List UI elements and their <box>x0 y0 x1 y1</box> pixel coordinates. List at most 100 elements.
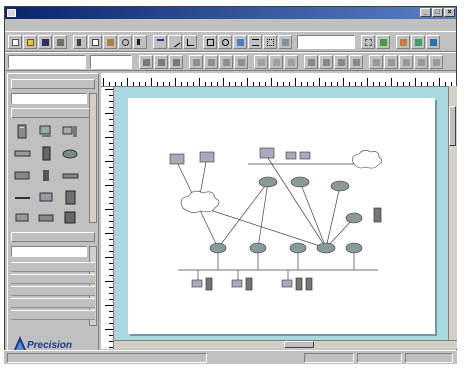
workstation-node[interactable] <box>259 147 275 159</box>
disk-shape[interactable] <box>62 210 79 225</box>
scanner-shape[interactable] <box>38 210 55 225</box>
pointer-button[interactable] <box>133 35 147 49</box>
palette-row[interactable] <box>11 286 95 296</box>
server-node[interactable] <box>245 277 253 291</box>
toolbar-button[interactable] <box>254 55 268 69</box>
palette-row[interactable] <box>11 310 95 320</box>
toolbar-button[interactable] <box>411 35 425 49</box>
router-node[interactable] <box>345 212 363 224</box>
cloud-node[interactable] <box>352 150 383 169</box>
router-node[interactable] <box>258 176 278 188</box>
minimize-button[interactable]: _ <box>420 8 431 17</box>
toolbar-button[interactable] <box>426 35 440 49</box>
modem-shape[interactable] <box>62 168 79 183</box>
toolbar-button[interactable] <box>304 55 318 69</box>
tape-shape[interactable] <box>38 168 55 183</box>
cut-button[interactable] <box>73 35 87 49</box>
palette-row[interactable] <box>11 262 95 272</box>
maximize-button[interactable]: □ <box>432 8 443 17</box>
toolbar-button[interactable] <box>169 55 183 69</box>
palette-row[interactable] <box>11 298 95 308</box>
app-icon[interactable] <box>7 9 16 17</box>
palette-scrollbar[interactable] <box>89 93 97 223</box>
server-node[interactable] <box>305 277 313 291</box>
toolbar-button[interactable] <box>396 35 410 49</box>
toolbar-button[interactable] <box>284 55 298 69</box>
close-button[interactable]: × <box>444 8 455 17</box>
open-button[interactable] <box>23 35 37 49</box>
connector-tool-button[interactable] <box>183 35 197 49</box>
rack-shape[interactable] <box>62 190 79 205</box>
server-node[interactable] <box>295 277 303 291</box>
switch-shape[interactable] <box>14 168 31 183</box>
palette-row[interactable] <box>11 274 95 284</box>
pc-node[interactable] <box>191 279 203 288</box>
toolbar-button[interactable] <box>334 55 348 69</box>
align-button[interactable] <box>248 35 262 49</box>
new-button[interactable] <box>8 35 22 49</box>
snap-button[interactable] <box>376 35 390 49</box>
pc-node[interactable] <box>281 279 293 288</box>
router-node[interactable] <box>316 242 336 254</box>
toolbar-button[interactable] <box>349 55 363 69</box>
workstation-node[interactable] <box>169 153 185 165</box>
rectangle-tool-button[interactable] <box>203 35 217 49</box>
size-select[interactable] <box>90 55 132 69</box>
terminal-shape[interactable] <box>38 190 55 205</box>
router-shape[interactable] <box>62 146 79 161</box>
toolbar-button[interactable] <box>399 55 413 69</box>
style-select[interactable] <box>8 55 86 69</box>
toolbar-button[interactable] <box>139 55 153 69</box>
palette-header[interactable] <box>11 79 95 89</box>
toolbar-button[interactable] <box>414 55 428 69</box>
print-button[interactable] <box>53 35 67 49</box>
router-node[interactable] <box>290 176 310 188</box>
toolbar-button[interactable] <box>269 55 283 69</box>
toolbar-button[interactable] <box>154 55 168 69</box>
router-node[interactable] <box>345 242 363 254</box>
copy-button[interactable] <box>88 35 102 49</box>
toolbar-button[interactable] <box>319 55 333 69</box>
pc-node[interactable] <box>231 279 243 288</box>
font-button[interactable] <box>233 35 247 49</box>
ellipse-tool-button[interactable] <box>218 35 232 49</box>
router-node[interactable] <box>209 242 227 254</box>
zoom-button[interactable] <box>118 35 132 49</box>
toolbar-button[interactable] <box>204 55 218 69</box>
diagram-page[interactable] <box>128 98 435 334</box>
toolbar-button[interactable] <box>234 55 248 69</box>
toolbar-button[interactable] <box>219 55 233 69</box>
text-tool-button[interactable] <box>153 35 167 49</box>
palette-header[interactable] <box>11 232 95 242</box>
toolbar-button[interactable] <box>189 55 203 69</box>
palette-header[interactable] <box>11 108 95 118</box>
pc-shape[interactable] <box>62 124 79 139</box>
zoom-select[interactable] <box>297 35 355 49</box>
palette-search-field[interactable] <box>11 93 87 104</box>
server-node[interactable] <box>205 277 213 291</box>
workstation-node[interactable] <box>285 151 297 160</box>
grid-button[interactable] <box>361 35 375 49</box>
toolbar-button[interactable] <box>369 55 383 69</box>
layer-button[interactable] <box>278 35 292 49</box>
router-node[interactable] <box>330 180 350 192</box>
cloud-node[interactable] <box>180 190 220 213</box>
link-shape[interactable] <box>14 190 31 205</box>
server-shape[interactable] <box>14 124 31 139</box>
group-button[interactable] <box>263 35 277 49</box>
router-node[interactable] <box>249 242 267 254</box>
palette-field[interactable] <box>11 246 87 257</box>
paste-button[interactable] <box>103 35 117 49</box>
save-button[interactable] <box>38 35 52 49</box>
workstation-node[interactable] <box>299 151 311 160</box>
toolbar-button[interactable] <box>429 55 443 69</box>
server-node[interactable] <box>373 207 382 223</box>
router-node[interactable] <box>289 242 307 254</box>
hub-shape[interactable] <box>14 146 31 161</box>
workstation-shape[interactable] <box>38 124 55 139</box>
workstation-node[interactable] <box>199 151 215 163</box>
toolbar-button[interactable] <box>384 55 398 69</box>
printer-shape[interactable] <box>14 210 31 225</box>
line-tool-button[interactable] <box>168 35 182 49</box>
tower-shape[interactable] <box>38 146 55 161</box>
